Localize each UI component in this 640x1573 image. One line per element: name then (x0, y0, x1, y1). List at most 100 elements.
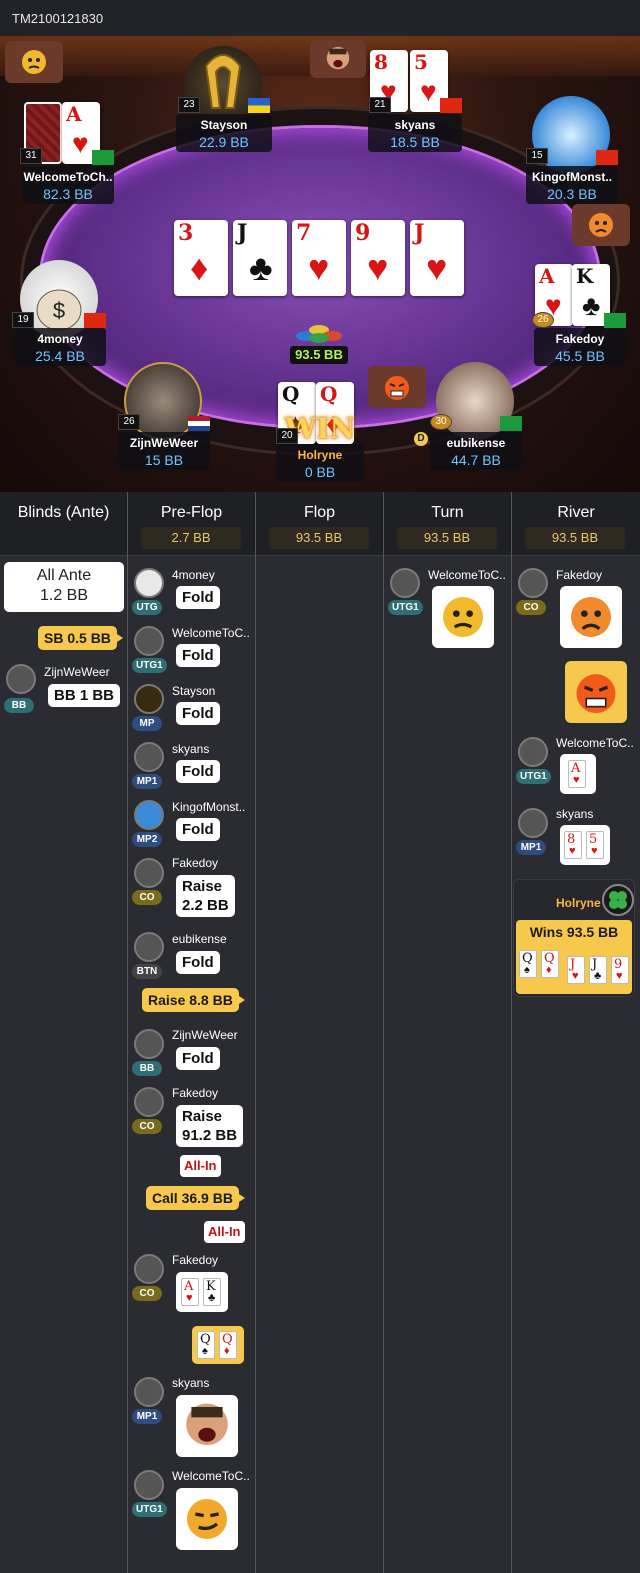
board-card-2: J ♣ (233, 220, 287, 296)
win-amount: Wins 93.5 BB (529, 924, 619, 940)
avatar-welcometoc (518, 737, 548, 767)
card-kc: K ♣ (203, 1278, 221, 1306)
position-badge: MP2 (132, 832, 162, 847)
level-badge: 30 (430, 414, 452, 430)
player-name: eubikense (172, 932, 227, 946)
column-blinds: Blinds (Ante) (0, 492, 128, 1573)
position-badge: UTG1 (516, 769, 551, 784)
card-jh: J ♥ (567, 956, 585, 984)
position-badge: UTG (132, 600, 162, 615)
avatar-fakedoy (134, 1254, 164, 1284)
hero-hand: Q ♠ Q ♦ (192, 1326, 244, 1364)
position-badge: UTG1 (132, 1502, 167, 1517)
column-title: Turn (431, 504, 464, 521)
player-name: Fakedoy (172, 1253, 219, 1267)
player-name: WelcomeToC.. (172, 626, 250, 640)
board-card-5: J ♥ (410, 220, 464, 296)
player-name: 4money (172, 568, 215, 582)
avatar-welcometoc (134, 626, 164, 656)
avatar-4money (134, 568, 164, 598)
card-qd: Q ♦ (541, 950, 559, 978)
avatar-skyans (134, 1377, 164, 1407)
position-badge: UTG1 (132, 658, 167, 673)
seat-holryne: Holryne 0 BB (276, 444, 364, 482)
card-qd: Q ♦ (219, 1331, 237, 1359)
smirk-emoji-icon (187, 1499, 227, 1539)
avatar-eubikense (134, 932, 164, 962)
brazil-flag-icon (500, 416, 522, 431)
crying-emoji-icon (571, 597, 611, 637)
avatar-fakedoy (134, 1087, 164, 1117)
emote-bubble-thinking (5, 41, 63, 83)
hand-history-grid: Blinds (Ante) Pre-Flop 2.7 BB Flop 93.5 BB… (0, 492, 640, 1573)
level-badge: 19 (12, 312, 34, 328)
hero-raise-label: Raise 8.8 BB (142, 988, 245, 1012)
dealer-button-icon: D (414, 432, 428, 446)
ukraine-flag-icon (248, 98, 270, 113)
crying-emoji-icon (589, 213, 613, 237)
action-label: Fold (176, 951, 220, 974)
clover-icon (602, 884, 634, 916)
china-flag-icon (440, 98, 462, 113)
winner-panel: Wins 93.5 BB Q ♠ Q ♦ J ♥ J ♣ 9 ♥ (516, 920, 632, 994)
seat-zijnweweer: ZijnWeWeer 15 BB (118, 432, 210, 470)
player-name: skyans (172, 1376, 210, 1390)
all-in-badge: All-In (180, 1155, 221, 1177)
shown-card: A ♥ (560, 754, 596, 794)
emote-bubble-cry (572, 204, 630, 246)
thinking-sticker (432, 586, 494, 648)
hand-id: TM2100121830 (0, 0, 640, 36)
level-badge: 31 (20, 148, 42, 164)
smirk-sticker (176, 1488, 238, 1550)
brazil-flag-icon (604, 313, 626, 328)
pot-amount: 93.5 BB (290, 346, 348, 364)
player-name: skyans (556, 807, 594, 821)
player-name: Fakedoy (172, 1086, 219, 1100)
action-label: Fold (176, 586, 220, 609)
avatar-welcometoc (134, 1470, 164, 1500)
netherlands-flag-icon (188, 416, 210, 431)
action-label: Fold (176, 760, 220, 783)
emote-bubble-shout (310, 40, 366, 78)
player-name: ZijnWeWeer (172, 1028, 238, 1042)
position-badge: CO (132, 890, 162, 905)
shouting-man-icon (326, 46, 350, 70)
street-pot: 93.5 BB (525, 527, 625, 549)
hongkong-flag-icon (596, 150, 618, 165)
position-badge: BTN (132, 964, 162, 979)
board-card-1: 3 ♦ (174, 220, 228, 296)
position-badge: MP1 (132, 1409, 162, 1424)
position-badge: CO (132, 1286, 162, 1301)
shouting-man-icon (186, 1403, 228, 1446)
card-qs: Q ♠ (519, 950, 537, 978)
brazil-flag-icon (92, 150, 114, 165)
column-flop: Flop 93.5 BB (256, 492, 384, 1573)
avatar-zijnweweer (6, 664, 36, 694)
column-title: Blinds (Ante) (17, 504, 110, 521)
avatar-stayson (134, 684, 164, 714)
action-label: Fold (176, 1047, 220, 1070)
level-badge: 21 (369, 97, 391, 113)
avatar-fakedoy (134, 858, 164, 888)
ante-box: All Ante 1.2 BB (4, 562, 124, 612)
action-label: Raise 91.2 BB (176, 1105, 244, 1147)
column-river: River 93.5 BB (512, 492, 640, 1573)
shout-sticker (176, 1395, 238, 1457)
column-turn: Turn 93.5 BB (384, 492, 512, 1573)
avatar-zijnweweer (134, 1029, 164, 1059)
player-name: Stayson (172, 684, 216, 698)
seat-welcometoch: WelcomeToCh.. 82.3 BB (22, 166, 114, 204)
board-card-4: 9 ♥ (351, 220, 405, 296)
position-badge: CO (132, 1119, 162, 1134)
level-badge: 26 (532, 312, 554, 328)
avatar-skyans (518, 808, 548, 838)
seat-4money: 4money 25.4 BB (14, 328, 106, 366)
position-badge: CO (516, 600, 546, 615)
action-label: Fold (176, 644, 220, 667)
action-label: Fold (176, 818, 220, 841)
hero-call-label: Call 36.9 BB (146, 1186, 245, 1210)
angry-emoji-icon (385, 376, 409, 400)
shown-hand: A ♥ K ♣ (176, 1272, 228, 1312)
player-name: WelcomeToC.. (428, 568, 506, 582)
china-flag-icon (84, 313, 106, 328)
